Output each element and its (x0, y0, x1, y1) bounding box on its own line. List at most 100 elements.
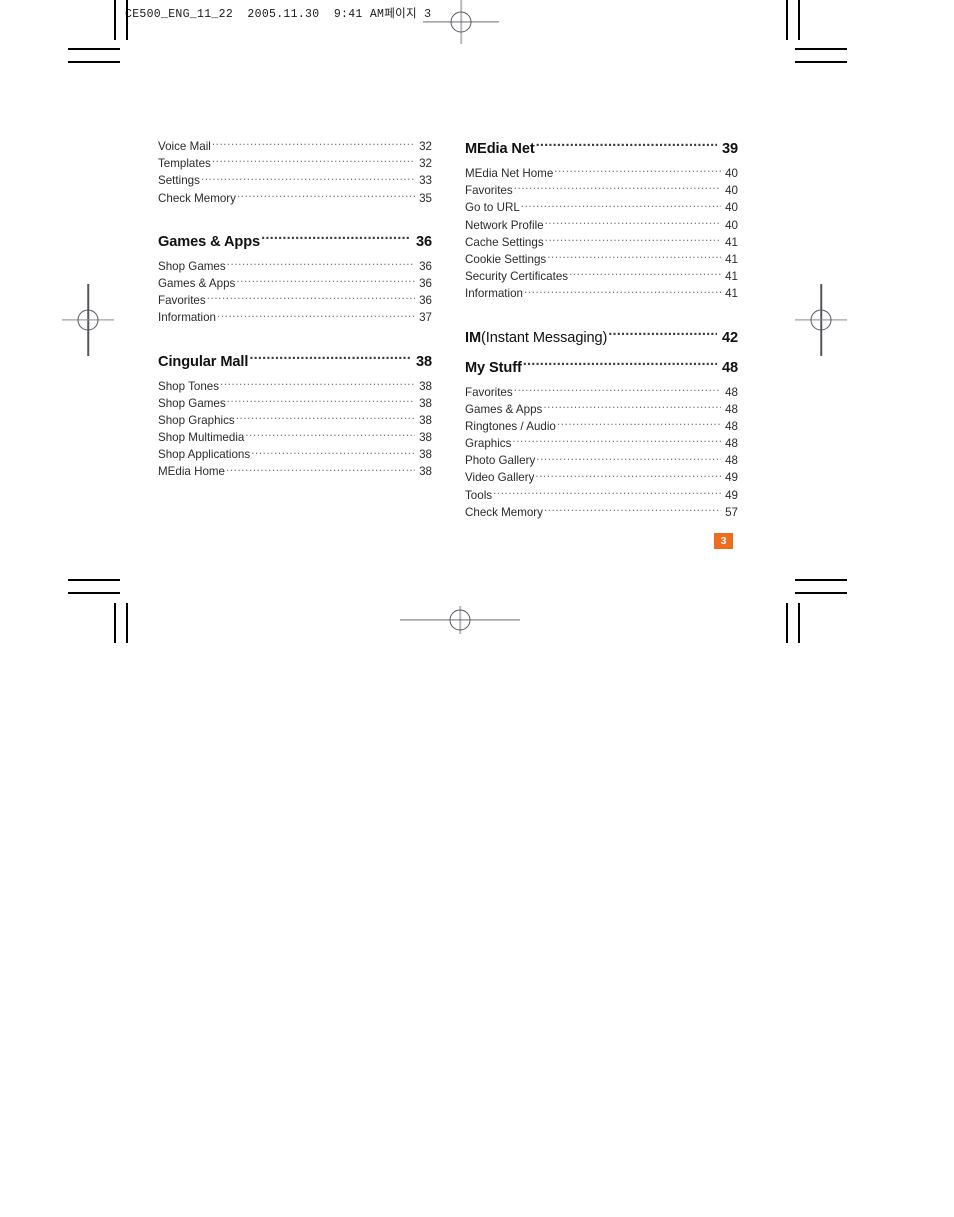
toc-sub-entry[interactable]: Network Profile 40 (465, 217, 738, 234)
toc-leader-dots (544, 504, 721, 516)
toc-section-entry[interactable]: Cingular Mall 38 (158, 351, 432, 373)
toc-page-number: 37 (419, 311, 432, 325)
toc-leader-dots (514, 183, 721, 195)
crop-mark-top-left-h2 (68, 61, 120, 63)
toc-sub-entry[interactable]: Information 37 (158, 309, 432, 326)
toc-section-spacer (158, 327, 432, 351)
toc-entry-label: Graphics (465, 437, 512, 451)
toc-entry-label: Favorites (158, 294, 206, 308)
toc-sub-entry[interactable]: Shop Graphics 38 (158, 412, 432, 429)
toc-leader-dots (249, 351, 411, 366)
toc-sub-entry[interactable]: Favorites 40 (465, 182, 738, 199)
crop-mark-bottom-right-h1 (795, 579, 847, 581)
toc-entry-label: Ringtones / Audio (465, 419, 556, 433)
toc-entry-label: Video Gallery (465, 471, 535, 485)
toc-entry-label: Cingular Mall (158, 353, 249, 370)
toc-entry-label: Shop Graphics (158, 413, 235, 427)
toc-page-number: 41 (725, 270, 738, 284)
toc-sub-entry[interactable]: Games & Apps 36 (158, 275, 432, 292)
registration-circle (77, 309, 99, 331)
toc-sub-entry[interactable]: Tools 49 (465, 487, 738, 504)
toc-entry-label: Check Memory (465, 505, 543, 519)
toc-leader-dots (514, 384, 721, 396)
toc-sub-entry[interactable]: Shop Games 38 (158, 395, 432, 412)
toc-leader-dots (557, 418, 721, 430)
toc-sub-entry[interactable]: Shop Applications 38 (158, 446, 432, 463)
toc-sub-entry[interactable]: Templates 32 (158, 155, 432, 172)
toc-page-number: 48 (725, 419, 738, 433)
toc-sub-entry[interactable]: Cookie Settings 41 (465, 251, 738, 268)
toc-leader-dots (545, 217, 721, 229)
toc-page-number: 49 (725, 488, 738, 502)
toc-sub-entry[interactable]: Go to URL 40 (465, 199, 738, 216)
crop-mark-bottom-left-h1 (68, 579, 120, 581)
toc-sub-entry[interactable]: Shop Tones 38 (158, 378, 432, 395)
toc-sub-entry[interactable]: Video Gallery 49 (465, 469, 738, 486)
toc-sub-entry[interactable]: Games & Apps 48 (465, 401, 738, 418)
toc-sub-entry[interactable]: Photo Gallery 48 (465, 452, 738, 469)
toc-page-number: 38 (419, 396, 432, 410)
toc-leader-dots (236, 275, 415, 287)
printer-slug-line: CE500_ENG_11_22 2005.11.30 9:41 AM페이지 3 (125, 8, 432, 21)
crop-mark-top-right-h1 (795, 48, 847, 50)
toc-page-number: 36 (419, 259, 432, 273)
toc-leader-dots (536, 138, 717, 153)
crop-mark-bottom-left-h2 (68, 592, 120, 594)
toc-page-number: 36 (419, 276, 432, 290)
toc-leader-dots (521, 200, 721, 212)
toc-page-number: 38 (419, 465, 432, 479)
toc-entry-label: My Stuff (465, 359, 522, 376)
toc-sub-entry[interactable]: Favorites 48 (465, 384, 738, 401)
toc-entry-label: Games & Apps (158, 233, 261, 250)
toc-page-number: 38 (419, 379, 432, 393)
toc-sub-entry[interactable]: MEdia Home 38 (158, 463, 432, 480)
toc-sub-entry[interactable]: Shop Games 36 (158, 258, 432, 275)
toc-sub-entry[interactable]: Favorites 36 (158, 292, 432, 309)
toc-leader-dots (226, 464, 415, 476)
registration-mark-middle-right (795, 284, 847, 356)
toc-sub-entry[interactable]: Settings 33 (158, 172, 432, 189)
toc-entry-label: Voice Mail (158, 140, 211, 153)
toc-entry-label: Information (158, 311, 216, 325)
toc-right-column: MEdia Net 39MEdia Net Home 40Favorites 4… (465, 138, 738, 521)
toc-sub-entry[interactable]: Check Memory 35 (158, 190, 432, 207)
toc-section-entry[interactable]: MEdia Net 39 (465, 138, 738, 160)
toc-section-entry[interactable]: IM(Instant Messaging) 42 (465, 327, 738, 349)
toc-page-number: 35 (419, 191, 432, 205)
toc-sub-entry[interactable]: Information 41 (465, 285, 738, 302)
toc-page-number: 38 (419, 448, 432, 462)
toc-section-spacer (158, 207, 432, 231)
toc-entry-label-secondary: (Instant Messaging) (481, 329, 608, 346)
toc-sub-entry[interactable]: Ringtones / Audio 48 (465, 418, 738, 435)
registration-circle (810, 309, 832, 331)
toc-leader-dots (545, 234, 721, 246)
toc-page-number: 48 (721, 359, 738, 376)
toc-page-number: 42 (721, 329, 738, 346)
crop-mark-top-left-v2 (126, 0, 128, 40)
toc-entry-label: Shop Multimedia (158, 431, 245, 445)
toc-entry-label: Photo Gallery (465, 454, 536, 468)
page-number-badge: 3 (714, 533, 733, 549)
toc-leader-dots (207, 293, 415, 305)
toc-section-entry[interactable]: Games & Apps 36 (158, 231, 432, 253)
toc-entry-label: Tools (465, 488, 493, 502)
toc-sub-entry[interactable]: Cache Settings 41 (465, 234, 738, 251)
toc-leader-dots (251, 447, 415, 459)
toc-leader-dots (201, 173, 415, 185)
toc-leader-dots (608, 327, 717, 342)
toc-entry-label: Templates (158, 157, 211, 171)
toc-leader-dots (217, 310, 415, 322)
registration-mark-bottom-center (400, 598, 520, 642)
toc-sub-entry[interactable]: MEdia Net Home 40 (465, 165, 738, 182)
toc-sub-entry[interactable]: Graphics 48 (465, 435, 738, 452)
registration-circle (450, 11, 472, 33)
crop-mark-bottom-right-v2 (798, 603, 800, 643)
toc-sub-entry[interactable]: Check Memory 57 (465, 504, 738, 521)
toc-sub-entry[interactable]: Voice Mail 32 (158, 138, 432, 155)
crop-mark-bottom-right-v1 (786, 603, 788, 643)
toc-sub-entry[interactable]: Shop Multimedia 38 (158, 429, 432, 446)
toc-entry-label: Security Certificates (465, 270, 569, 284)
toc-page-number: 32 (419, 140, 432, 153)
toc-sub-entry[interactable]: Security Certificates 41 (465, 268, 738, 285)
toc-section-entry[interactable]: My Stuff 48 (465, 357, 738, 379)
